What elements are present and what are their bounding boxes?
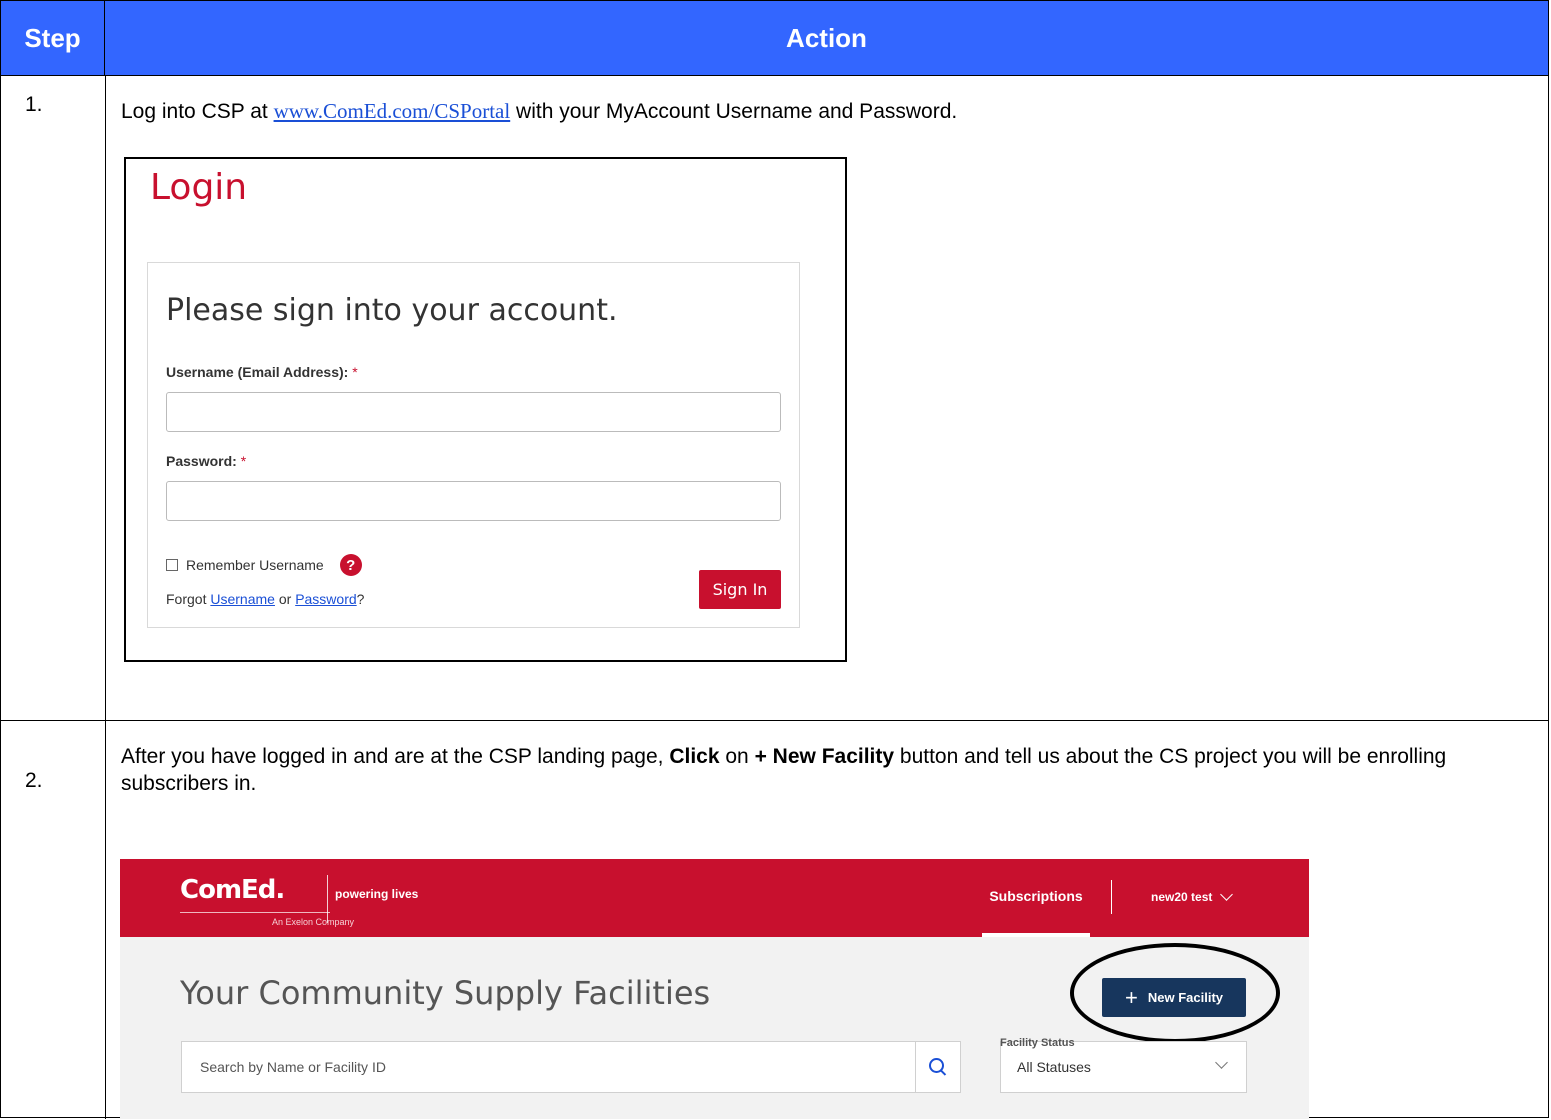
username-field[interactable] xyxy=(166,392,781,432)
forgot-suffix: ? xyxy=(356,591,365,607)
password-field[interactable] xyxy=(166,481,781,521)
comed-logo: ComEd. An Exelon Company xyxy=(180,875,354,927)
login-screenshot: Login Please sign into your account. Use… xyxy=(124,157,847,662)
chevron-down-icon xyxy=(1220,888,1234,901)
user-menu[interactable]: new20 test xyxy=(1151,888,1234,904)
step2-text-1: After you have logged in and are at the … xyxy=(121,745,670,768)
username-label: Username (Email Address): * xyxy=(166,364,358,380)
help-icon[interactable]: ? xyxy=(339,554,362,576)
step2-bold-new-facility: + New Facility xyxy=(754,745,895,768)
column-divider xyxy=(105,76,106,1119)
page-title: Your Community Supply Facilities xyxy=(180,974,711,1012)
login-card: Please sign into your account. Username … xyxy=(147,262,800,628)
required-mark: * xyxy=(352,364,358,380)
password-label-text: Password: xyxy=(166,453,237,469)
csp-landing-screenshot: ComEd. An Exelon Company powering lives … xyxy=(120,859,1309,1119)
step1-text-before: Log into CSP at xyxy=(121,100,274,123)
step-number-2: 2. xyxy=(25,769,43,792)
header-action: Action xyxy=(786,22,867,53)
header-step: Step xyxy=(1,1,105,75)
required-mark: * xyxy=(240,453,247,469)
forgot-links: Forgot Username or Password? xyxy=(166,591,364,607)
search-icon xyxy=(929,1058,944,1073)
search-input[interactable]: Search by Name or Facility ID xyxy=(181,1041,956,1093)
tagline: powering lives xyxy=(335,887,419,901)
status-value: All Statuses xyxy=(1017,1059,1091,1075)
search-button[interactable] xyxy=(915,1041,961,1093)
search-placeholder: Search by Name or Facility ID xyxy=(200,1059,386,1075)
step1-text-after: with your MyAccount Username and Passwor… xyxy=(510,100,958,123)
password-label: Password: * xyxy=(166,453,246,469)
username-label-text: Username (Email Address): xyxy=(166,364,349,380)
logo-divider xyxy=(327,875,328,923)
instruction-table: Step Action 1. Log into CSP at www.ComEd… xyxy=(0,0,1549,1119)
logo-text: ComEd. xyxy=(180,875,285,905)
forgot-password-link[interactable]: Password xyxy=(295,591,356,607)
table-header: Step Action xyxy=(1,1,1548,76)
row-divider xyxy=(1,720,1548,721)
chevron-down-icon xyxy=(1215,1056,1228,1069)
csportal-link[interactable]: www.ComEd.com/CSPortal xyxy=(274,99,511,123)
sign-in-button[interactable]: Sign In xyxy=(699,570,781,609)
logo-subtitle: An Exelon Company xyxy=(272,917,355,927)
step2-instruction: After you have logged in and are at the … xyxy=(121,743,1521,797)
remember-label: Remember Username xyxy=(186,557,324,573)
nav-subscriptions[interactable]: Subscriptions xyxy=(982,859,1090,937)
step-number-1: 1. xyxy=(25,93,43,116)
nav-divider xyxy=(1111,880,1112,914)
logo-rule xyxy=(180,912,330,913)
facility-status-label: Facility Status xyxy=(1000,1037,1075,1049)
step1-instruction: Log into CSP at www.ComEd.com/CSPortal w… xyxy=(121,99,957,124)
forgot-username-link[interactable]: Username xyxy=(210,591,275,607)
forgot-prefix: Forgot xyxy=(166,591,211,607)
checkbox-icon[interactable] xyxy=(166,559,178,571)
forgot-or: or xyxy=(274,591,296,607)
top-navbar: ComEd. An Exelon Company powering lives … xyxy=(120,859,1309,937)
step2-text-2: on xyxy=(719,745,755,768)
user-name: new20 test xyxy=(1151,890,1213,904)
sign-in-heading: Please sign into your account. xyxy=(166,293,618,328)
highlight-circle xyxy=(1070,943,1280,1043)
remember-username[interactable]: Remember Username ? xyxy=(166,554,362,576)
login-title: Login xyxy=(150,167,248,208)
step2-bold-click: Click xyxy=(669,745,720,768)
